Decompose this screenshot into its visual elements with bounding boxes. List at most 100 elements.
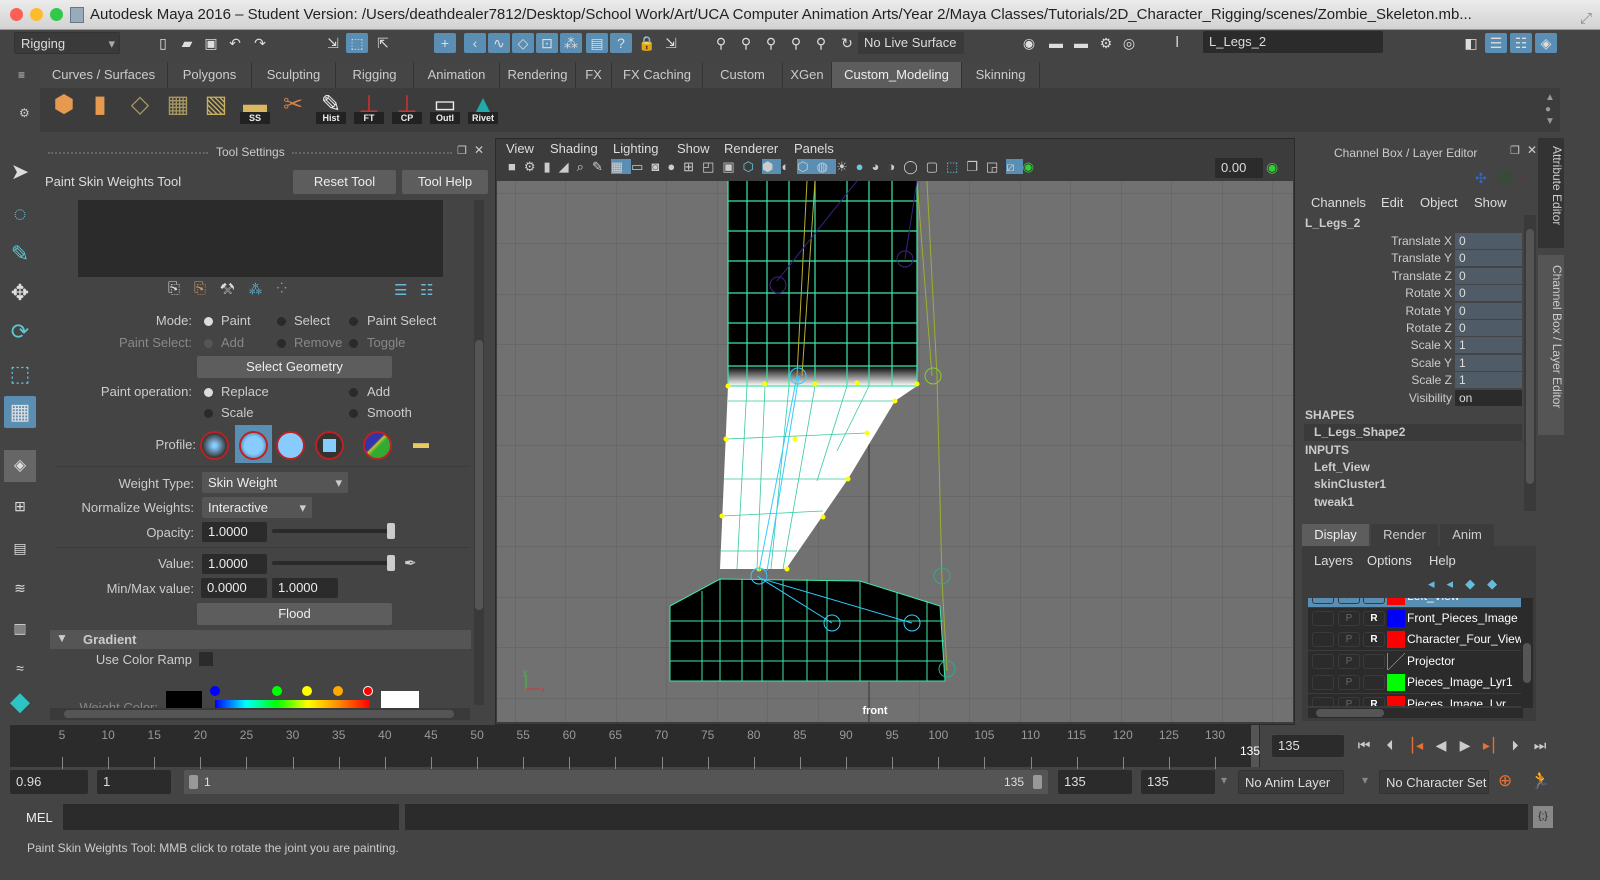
step-back-frame-icon[interactable]: ⏴ (1381, 736, 1399, 754)
paint-select-toggle-radio[interactable] (349, 339, 358, 348)
new-empty-layer-icon[interactable]: ◆ (1465, 576, 1487, 591)
live-surface-field[interactable]: No Live Surface (858, 32, 964, 54)
new-layer-from-selection-icon[interactable]: ◆ (1487, 576, 1509, 591)
snap-uv-icon[interactable]: ▤ (586, 33, 608, 53)
layer-row[interactable]: P R Pieces_Image_Lyr (1308, 694, 1521, 706)
channel-value-field[interactable]: 1 (1455, 354, 1522, 371)
step-forward-key-icon[interactable]: ▸⎮ (1481, 736, 1499, 754)
weight-color-ramp[interactable] (215, 700, 370, 708)
range-end-handle[interactable] (1033, 775, 1042, 789)
opacity-slider-handle[interactable] (387, 523, 395, 539)
modeling-toolkit-icon[interactable]: ◧ (1460, 33, 1482, 53)
play-backwards-icon[interactable]: ◀ (1432, 736, 1450, 754)
layer-tab-display[interactable]: Display (1302, 524, 1369, 546)
grease-pencil-icon[interactable]: ✎ (592, 159, 611, 174)
film-gate-icon[interactable]: ▭ (631, 159, 651, 174)
isolate-select-icon[interactable]: ⬚ (946, 159, 966, 174)
layer-row[interactable]: P R Character_Four_View (1308, 629, 1521, 651)
layer-list-hscrollbar[interactable] (1308, 708, 1523, 718)
playback-toggle[interactable]: P (1338, 632, 1360, 648)
select-object-icon[interactable]: ⬚ (346, 33, 368, 53)
channel-value-field[interactable]: 0 (1455, 233, 1522, 249)
tool-settings-toggle-icon[interactable]: ☷ (1510, 33, 1532, 53)
xray-icon[interactable]: ◍ (816, 159, 836, 174)
viewport-canvas[interactable]: y x front (497, 181, 1293, 722)
anim-layer-field[interactable]: No Anim Layer (1238, 770, 1344, 794)
command-input[interactable] (63, 804, 399, 830)
visibility-toggle[interactable] (1312, 675, 1334, 691)
depth-of-field-icon[interactable]: ▢ (926, 159, 946, 174)
tool-settings-vscrollbar[interactable] (474, 200, 484, 705)
outliner-layout-icon[interactable]: ▤ (4, 532, 36, 564)
mode-paint-select-radio[interactable] (349, 317, 358, 326)
show-influences-icon[interactable]: ⁘ (276, 280, 301, 297)
input-node-item[interactable]: Left_View (1314, 460, 1370, 474)
layer-color-swatch[interactable] (1387, 598, 1405, 605)
snap-grid-icon[interactable]: + (434, 33, 456, 53)
mode-select-radio[interactable] (277, 317, 286, 326)
ipr-render-icon[interactable]: ▬ (1070, 33, 1092, 53)
resolution-gate-icon[interactable]: ◙ (651, 159, 667, 174)
layer-color-swatch[interactable] (1387, 652, 1405, 670)
channel-value-field[interactable]: 0 (1455, 302, 1522, 319)
anim-layer-dropdown-icon[interactable]: ▾ (1221, 773, 1227, 787)
wireframe-icon[interactable]: ⬡ (743, 159, 762, 174)
value-field[interactable]: 1.0000 (202, 554, 267, 574)
visibility-toggle[interactable] (1312, 598, 1334, 604)
move-layer-down-icon[interactable]: ◂ (1447, 576, 1466, 591)
lasso-tool-icon[interactable]: ◌ (4, 198, 36, 230)
layer-row[interactable]: P Projector (1308, 650, 1521, 672)
wireframe-on-shaded-icon[interactable]: ⬡ (797, 159, 817, 174)
render-icon[interactable]: ▬ (1045, 33, 1067, 53)
visibility-toggle[interactable] (1312, 653, 1334, 669)
display-type-toggle[interactable] (1363, 653, 1385, 669)
selection-name-field[interactable]: L_Legs_2 (1203, 31, 1383, 53)
layer-menu-options[interactable]: Options (1367, 553, 1412, 568)
gate-mask-icon[interactable]: ● (667, 159, 683, 174)
playback-speed-field[interactable]: 0.96 (10, 770, 88, 794)
weight-hammer-icon[interactable]: ⚒ (220, 280, 248, 297)
viewport-menu-show[interactable]: Show (677, 141, 710, 156)
sort-list-hierarchy-icon[interactable]: ☷ (420, 281, 433, 299)
min-value-field[interactable]: 0.0000 (201, 578, 267, 598)
flood-button[interactable]: Flood (197, 603, 392, 625)
value-slider[interactable] (272, 561, 394, 565)
display-type-toggle[interactable] (1363, 598, 1385, 604)
move-weights-icon[interactable]: ⁂ (248, 280, 276, 297)
channel-box-menu-channels[interactable]: Channels (1311, 195, 1366, 210)
screen-space-ao-icon[interactable]: ◕ (871, 159, 887, 174)
motion-blur-icon[interactable]: ◑ (887, 159, 903, 174)
close-panel-icon[interactable]: ✕ (474, 143, 484, 157)
paste-weights-icon[interactable]: ⎘ (194, 280, 220, 297)
history-1-icon[interactable]: ⚲ (710, 33, 732, 53)
copy-weights-icon[interactable]: ⎘ (168, 280, 194, 297)
save-scene-icon[interactable]: ▣ (200, 33, 222, 53)
browse-folder-icon[interactable]: ▬ (413, 435, 429, 453)
range-start-handle[interactable] (189, 775, 198, 789)
history-4-icon[interactable]: ⚲ (785, 33, 807, 53)
playback-toggle[interactable]: P (1338, 675, 1360, 691)
xray-joints-icon[interactable]: ❐ (966, 159, 986, 174)
shelf-tab-polygons[interactable]: Polygons (168, 62, 252, 88)
exposure-icon[interactable]: ◉ (1023, 159, 1042, 174)
select-component-icon[interactable]: ⇱ (372, 33, 394, 53)
rotate-tool-icon[interactable]: ⟳ (4, 316, 36, 348)
hud-icon[interactable]: ⧄ (1006, 159, 1023, 174)
layer-menu-help[interactable]: Help (1429, 553, 1456, 568)
display-type-toggle[interactable]: R (1363, 632, 1385, 648)
layer-color-swatch[interactable] (1387, 631, 1405, 649)
close-window-button[interactable] (10, 8, 23, 21)
close-panel-icon[interactable]: ✕ (1527, 143, 1537, 157)
layer-tab-render[interactable]: Render (1371, 524, 1438, 546)
snap-point-icon[interactable]: ∿ (488, 33, 510, 53)
paint-skin-weights-tool-icon[interactable]: ▦ (4, 396, 36, 428)
viewport-menu-panels[interactable]: Panels (794, 141, 834, 156)
value-slider-handle[interactable] (387, 555, 395, 571)
channel-box-toggle-icon[interactable]: ◈ (1535, 33, 1557, 53)
snap-view-plane-icon[interactable]: ◇ (512, 33, 534, 53)
image-plane-icon[interactable]: ◢ (559, 159, 577, 174)
select-tool-icon[interactable]: ⇲ (660, 33, 682, 53)
playback-end-field[interactable]: 135 (1141, 770, 1215, 794)
profile-soft-icon[interactable] (239, 431, 268, 460)
ramp-key-blue[interactable] (210, 686, 220, 696)
